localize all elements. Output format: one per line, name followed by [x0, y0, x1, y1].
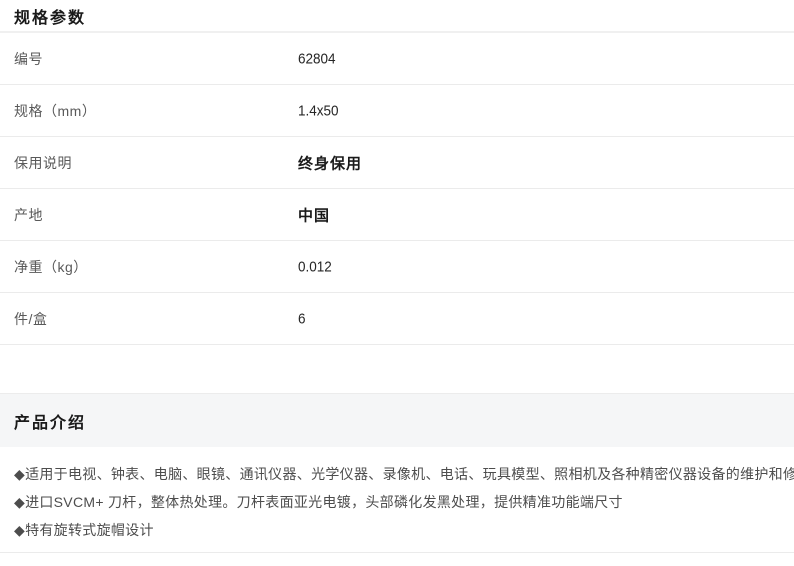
- spec-row: 规格（mm） 1.4x50: [0, 85, 794, 137]
- intro-section-header: 产品介绍: [0, 393, 794, 447]
- spec-row-value: 62804: [298, 50, 336, 67]
- intro-bullet: ◆适用于电视、钟表、电脑、眼镜、通讯仪器、光学仪器、录像机、电话、玩具模型、照相…: [14, 460, 780, 488]
- intro-bullet: ◆进口SVCM+ 刀杆，整体热处理。刀杆表面亚光电镀，头部磷化发黑处理，提供精准…: [14, 488, 780, 516]
- spec-row-value: 0.012: [298, 258, 332, 275]
- spec-section-title: 规格参数: [14, 4, 86, 28]
- spec-row-value: 1.4x50: [298, 102, 339, 119]
- spec-row: 产地 中国: [0, 189, 794, 241]
- bottom-divider: [0, 552, 794, 553]
- spec-row-label: 规格（mm）: [14, 101, 96, 121]
- spec-row-label: 编号: [14, 49, 43, 69]
- section-gap: [0, 345, 794, 393]
- spec-row: 件/盒 6: [0, 293, 794, 345]
- spec-row-label: 净重（kg）: [14, 257, 88, 277]
- spec-row: 净重（kg） 0.012: [0, 241, 794, 293]
- intro-bullet: ◆特有旋转式旋帽设计: [14, 516, 780, 544]
- product-detail-page: 规格参数 编号 62804 规格（mm） 1.4x50 保用说明 终身保用 产地…: [0, 0, 794, 566]
- spec-section-header: 规格参数: [0, 0, 794, 33]
- spec-row-label: 件/盒: [14, 309, 47, 329]
- spec-row-value: 6: [298, 310, 306, 327]
- intro-section-title: 产品介绍: [14, 409, 86, 433]
- spec-table: 编号 62804 规格（mm） 1.4x50 保用说明 终身保用 产地 中国 净…: [0, 33, 794, 345]
- spec-row-label: 保用说明: [14, 153, 72, 173]
- spec-row-label: 产地: [14, 205, 43, 225]
- spec-row: 编号 62804: [0, 33, 794, 85]
- spec-row: 保用说明 终身保用: [0, 137, 794, 189]
- spec-row-value: 中国: [298, 204, 330, 225]
- spec-row-value: 终身保用: [298, 152, 362, 173]
- intro-section-body: ◆适用于电视、钟表、电脑、眼镜、通讯仪器、光学仪器、录像机、电话、玩具模型、照相…: [0, 447, 794, 544]
